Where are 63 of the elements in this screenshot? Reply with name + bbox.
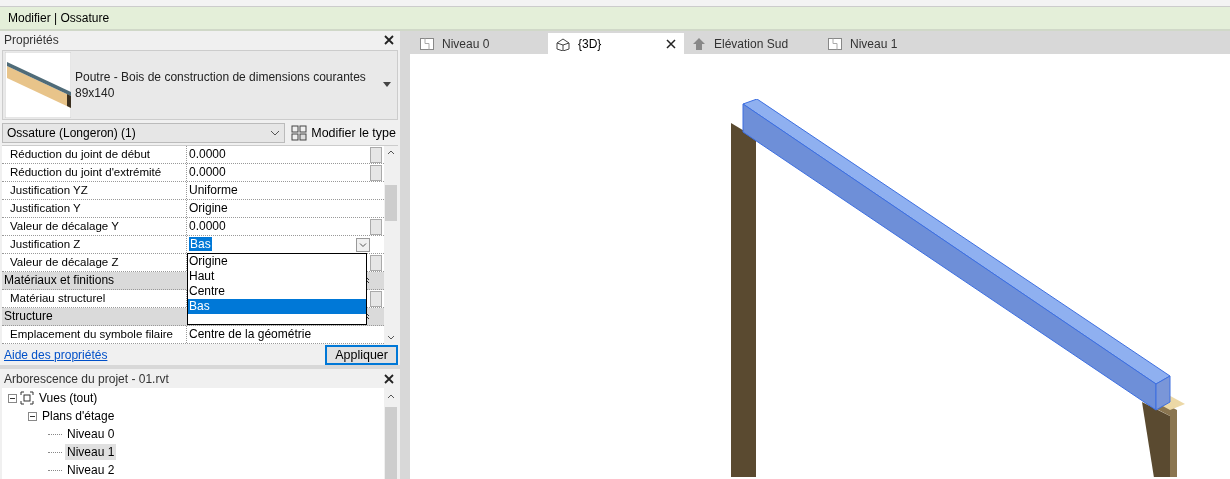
views-icon <box>20 391 34 405</box>
floor-plan-icon <box>828 36 842 51</box>
property-value: 0.0000 <box>189 219 226 234</box>
scrollbar[interactable] <box>384 388 398 479</box>
property-value: Centre de la géométrie <box>189 327 312 342</box>
help-link[interactable]: Aide des propriétés <box>4 347 108 362</box>
type-name: Poutre - Bois de construction de dimensions courantes <box>75 68 367 85</box>
property-label: Valeur de décalage Z <box>2 253 187 271</box>
dropdown-arrow-icon <box>383 82 391 88</box>
type-selector[interactable]: Poutre - Bois de construction de dimensions courantes 89x140 <box>2 49 398 120</box>
property-value: Origine <box>189 201 228 216</box>
property-value: 0.0000 <box>189 147 226 162</box>
property-label: Matériau structurel <box>2 289 187 307</box>
grid-icon <box>291 124 308 141</box>
view-tab[interactable]: {3D} <box>548 33 684 54</box>
property-label: Justification Y <box>2 199 187 217</box>
group-header[interactable]: Structure <box>4 309 53 324</box>
view-tab[interactable]: Elévation Sud <box>684 33 820 54</box>
chevron-down-icon <box>270 129 281 136</box>
edit-type-button[interactable]: Modifier le type <box>289 124 398 141</box>
view-tab[interactable]: Niveau 0 <box>412 33 548 54</box>
type-size: 89x140 <box>75 84 116 101</box>
dropdown-option[interactable]: Haut <box>188 268 366 284</box>
panel-title: Propriétés <box>4 33 59 48</box>
property-label: Valeur de décalage Y <box>2 217 187 235</box>
floor-plan-icon <box>420 36 434 51</box>
scroll-up-icon[interactable] <box>387 149 395 155</box>
scroll-down-icon[interactable] <box>387 334 395 340</box>
scroll-up-icon[interactable] <box>387 394 395 399</box>
property-label: Justification YZ <box>2 181 187 199</box>
property-label: Emplacement du symbole filaire <box>2 325 187 343</box>
category-filter[interactable]: Ossature (Longeron) (1) <box>2 122 286 143</box>
dropdown-option[interactable]: Centre <box>188 283 366 299</box>
expander-icon[interactable] <box>8 393 17 403</box>
expander-icon[interactable] <box>28 411 37 421</box>
tree-item[interactable]: Plans d'étage <box>40 408 117 424</box>
house-icon <box>556 36 570 51</box>
close-icon[interactable] <box>384 35 394 46</box>
beam-thumbnail <box>5 51 71 118</box>
close-icon[interactable] <box>384 373 394 384</box>
context-title: Modifier | Ossature <box>8 11 110 25</box>
tree-item[interactable]: Niveau 0 <box>65 426 117 442</box>
scroll-thumb[interactable] <box>385 407 397 479</box>
property-label: Réduction du joint d'extrémité <box>2 163 187 181</box>
scrollbar[interactable] <box>384 145 398 344</box>
property-label: Réduction du joint de début <box>2 145 187 163</box>
close-icon[interactable] <box>666 38 676 49</box>
group-header[interactable]: Matériaux et finitions <box>4 273 115 288</box>
property-value: Uniforme <box>189 183 238 198</box>
dropdown-option[interactable]: Origine <box>188 253 366 269</box>
apply-button[interactable]: Appliquer <box>325 344 398 365</box>
property-label: Justification Z <box>2 235 187 253</box>
scroll-thumb[interactable] <box>385 184 397 221</box>
dropdown-button-icon[interactable] <box>356 237 370 252</box>
tree-item[interactable]: Niveau 2 <box>65 462 117 478</box>
property-value: 0.0000 <box>189 165 226 180</box>
tree-item[interactable]: Niveau 1 <box>65 444 117 460</box>
house-icon <box>692 36 706 51</box>
view-tab[interactable]: Niveau 1 <box>820 33 956 54</box>
dropdown-option[interactable]: Bas <box>188 298 366 314</box>
panel-title: Arborescence du projet - 01.rvt <box>4 371 169 386</box>
property-value-field[interactable]: Bas <box>189 237 212 252</box>
tree-item[interactable]: Vues (tout) <box>37 390 100 406</box>
